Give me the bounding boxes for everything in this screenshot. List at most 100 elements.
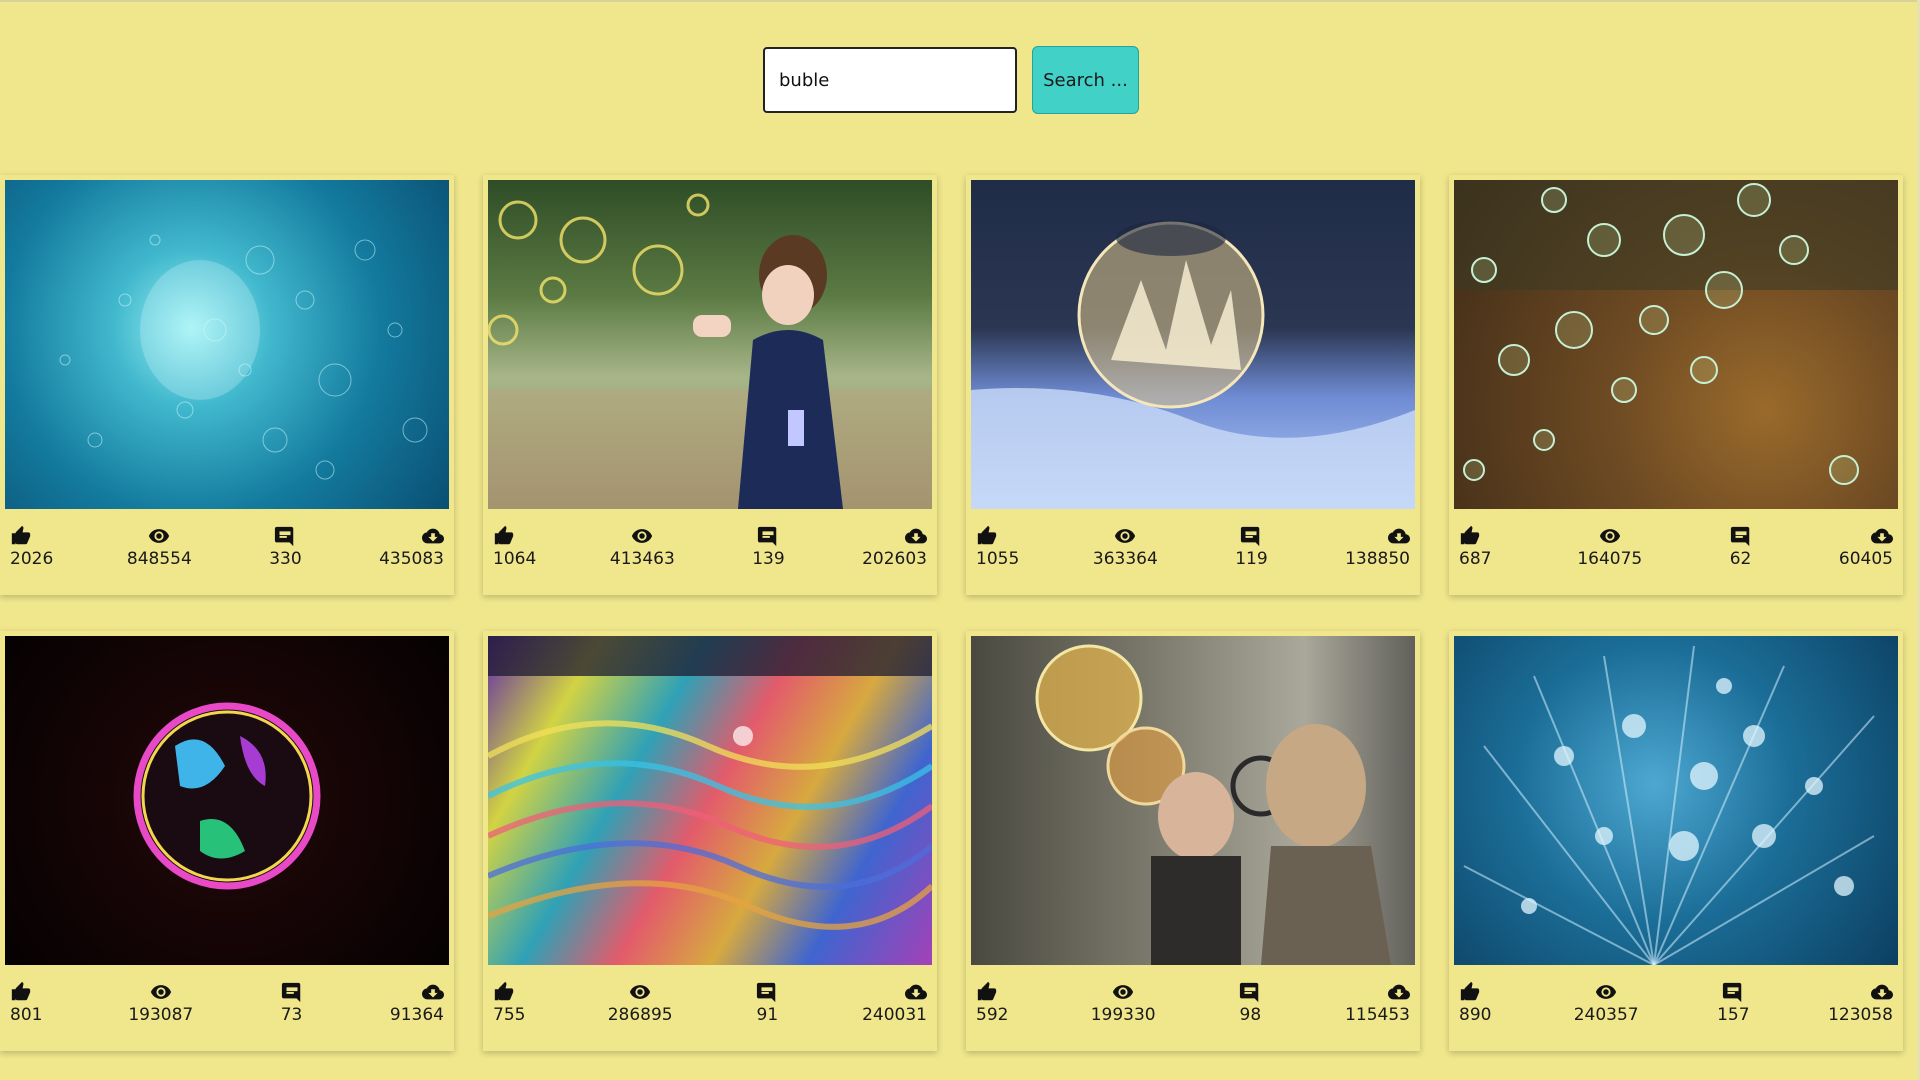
cloud-download-icon xyxy=(1870,984,1893,1000)
search-button[interactable]: Search ... xyxy=(1032,46,1139,114)
comments-stat: 119 xyxy=(1231,525,1271,569)
image-card: 1055 363364 119 138850 xyxy=(966,175,1420,595)
card-image[interactable] xyxy=(1454,636,1898,965)
views-count: 164075 xyxy=(1577,549,1643,569)
comments-stat: 91 xyxy=(747,981,787,1025)
downloads-stat: 123058 xyxy=(1828,981,1893,1025)
comments-stat: 62 xyxy=(1721,525,1761,569)
thumbs-up-icon xyxy=(1460,981,1480,1001)
thumbs-up-icon xyxy=(1460,525,1480,545)
comment-icon xyxy=(1730,526,1749,547)
card-image[interactable] xyxy=(971,180,1415,509)
thumbs-up-icon xyxy=(494,525,514,545)
comments-count: 157 xyxy=(1717,1005,1750,1025)
views-count: 413463 xyxy=(609,549,675,569)
card-image[interactable] xyxy=(971,636,1415,965)
views-stat: 240357 xyxy=(1574,981,1639,1025)
cloud-download-icon xyxy=(905,528,927,544)
card-stats: 2026 848554 330 435083 xyxy=(5,509,449,569)
downloads-count: 138850 xyxy=(1345,549,1410,569)
cloud-download-icon xyxy=(1387,984,1410,1000)
downloads-stat: 115453 xyxy=(1345,981,1410,1025)
image-card: 755 286895 91 240031 xyxy=(483,631,937,1051)
card-image[interactable] xyxy=(1454,180,1898,509)
downloads-stat: 138850 xyxy=(1345,525,1410,569)
downloads-count: 123058 xyxy=(1828,1005,1893,1025)
likes-count: 592 xyxy=(976,1005,1009,1025)
comments-count: 73 xyxy=(280,1005,303,1025)
views-count: 193087 xyxy=(128,1005,194,1025)
views-stat: 363364 xyxy=(1093,525,1158,569)
downloads-count: 435083 xyxy=(379,549,444,569)
likes-stat: 2026 xyxy=(10,525,53,569)
comments-stat: 98 xyxy=(1230,981,1270,1025)
card-stats: 687 164075 62 60405 xyxy=(1454,509,1898,569)
card-stats: 1055 363364 119 138850 xyxy=(971,509,1415,569)
comment-icon xyxy=(1240,982,1259,1003)
downloads-count: 115453 xyxy=(1345,1005,1410,1025)
comments-count: 62 xyxy=(1729,549,1752,569)
downloads-count: 240031 xyxy=(862,1005,927,1025)
search-input[interactable] xyxy=(763,47,1017,113)
downloads-count: 60405 xyxy=(1838,549,1893,569)
downloads-stat: 435083 xyxy=(379,525,444,569)
thumbs-up-icon xyxy=(11,525,31,545)
card-image[interactable] xyxy=(488,180,932,509)
image-card: 687 164075 62 60405 xyxy=(1449,175,1903,595)
comments-stat: 330 xyxy=(265,525,305,569)
cloud-download-icon xyxy=(904,984,927,1000)
likes-count: 687 xyxy=(1459,549,1492,569)
likes-count: 1055 xyxy=(976,549,1020,569)
downloads-stat: 60405 xyxy=(1839,525,1893,569)
thumbs-up-icon xyxy=(11,981,31,1001)
likes-stat: 687 xyxy=(1459,525,1499,569)
eye-icon xyxy=(630,985,651,999)
likes-stat: 801 xyxy=(10,981,50,1025)
views-stat: 286895 xyxy=(608,981,673,1025)
comments-count: 91 xyxy=(756,1005,779,1025)
views-count: 848554 xyxy=(126,549,192,569)
image-card: 2026 848554 330 435083 xyxy=(0,175,454,595)
likes-count: 890 xyxy=(1459,1005,1492,1025)
comments-count: 139 xyxy=(752,549,785,569)
views-stat: 413463 xyxy=(610,525,675,569)
card-stats: 890 240357 157 123058 xyxy=(1454,965,1898,1025)
views-count: 199330 xyxy=(1090,1005,1156,1025)
likes-stat: 592 xyxy=(976,981,1016,1025)
eye-icon xyxy=(632,529,653,543)
thumbs-up-icon xyxy=(977,981,997,1001)
comment-icon xyxy=(1723,982,1742,1003)
downloads-stat: 202603 xyxy=(862,525,927,569)
comment-icon xyxy=(758,526,777,547)
views-stat: 199330 xyxy=(1091,981,1156,1025)
eye-icon xyxy=(150,985,171,999)
image-card: 592 199330 98 115453 xyxy=(966,631,1420,1051)
card-image[interactable] xyxy=(488,636,932,965)
likes-count: 801 xyxy=(10,1005,43,1025)
likes-count: 755 xyxy=(493,1005,526,1025)
image-card: 801 193087 73 91364 xyxy=(0,631,454,1051)
cloud-download-icon xyxy=(421,984,444,1000)
views-stat: 164075 xyxy=(1577,525,1642,569)
downloads-count: 91364 xyxy=(389,1005,444,1025)
card-stats: 592 199330 98 115453 xyxy=(971,965,1415,1025)
comment-icon xyxy=(281,982,300,1003)
card-image[interactable] xyxy=(5,180,449,509)
image-card: 890 240357 157 123058 xyxy=(1449,631,1903,1051)
likes-stat: 1064 xyxy=(493,525,536,569)
downloads-stat: 91364 xyxy=(390,981,444,1025)
cloud-download-icon xyxy=(422,528,444,544)
eye-icon xyxy=(149,529,170,543)
card-image[interactable] xyxy=(5,636,449,965)
image-grid: 2026 848554 330 435083 1064 413463 139 2… xyxy=(0,175,1903,1051)
eye-icon xyxy=(1115,529,1136,543)
comments-stat: 139 xyxy=(748,525,788,569)
top-border xyxy=(0,0,1920,2)
card-stats: 755 286895 91 240031 xyxy=(488,965,932,1025)
comments-stat: 73 xyxy=(272,981,312,1025)
eye-icon xyxy=(1599,529,1620,543)
card-stats: 1064 413463 139 202603 xyxy=(488,509,932,569)
comments-count: 330 xyxy=(269,549,302,569)
thumbs-up-icon xyxy=(494,981,514,1001)
card-stats: 801 193087 73 91364 xyxy=(5,965,449,1025)
